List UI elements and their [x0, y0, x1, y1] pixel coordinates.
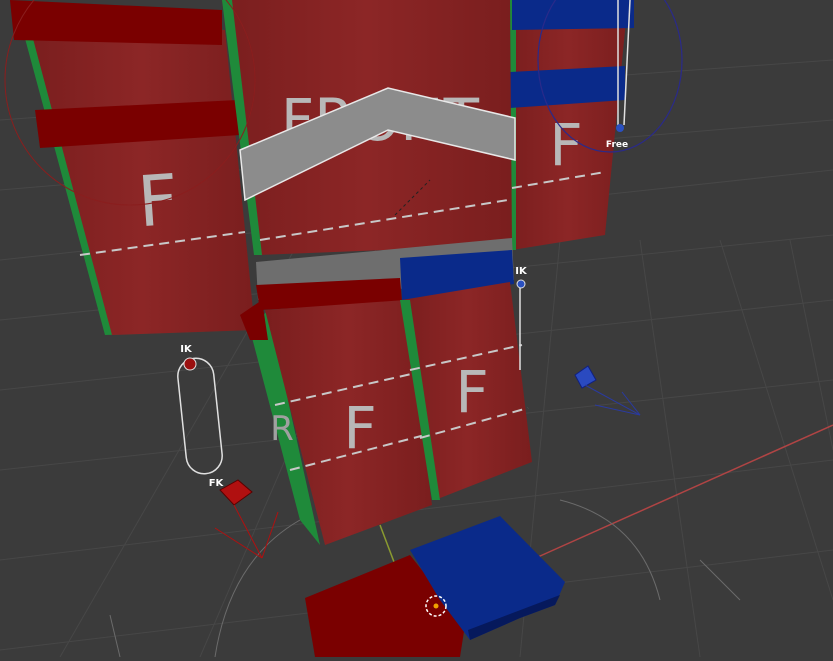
torso-mesh[interactable]: FRONT [222, 0, 516, 310]
right-ik-label: IK [515, 266, 528, 277]
arm-free-label: Free [606, 140, 628, 150]
3d-viewport[interactable]: F F FRONT F R F [0, 0, 833, 658]
left-fk-label: FK [209, 478, 225, 489]
left-ik-label: IK [180, 344, 193, 355]
right-arm-face-label: F [549, 111, 582, 179]
left-arm-face-label: F [135, 159, 181, 244]
right-leg-face-label: F [455, 358, 488, 426]
left-leg-side-label: R [270, 409, 294, 449]
left-leg-face-label: F [343, 394, 376, 462]
